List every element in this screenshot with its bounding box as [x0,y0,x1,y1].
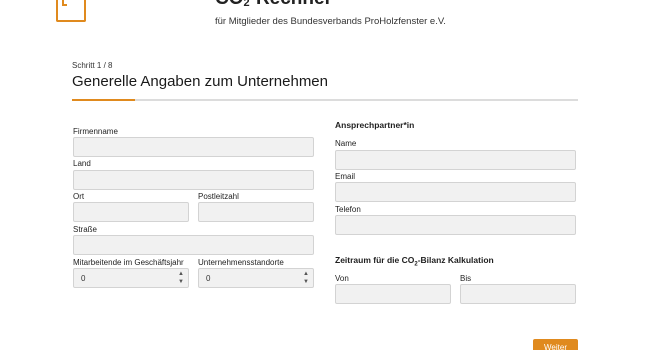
city-input[interactable] [73,202,189,222]
employees-value: 0 [81,274,86,283]
sites-value: 0 [206,274,211,283]
from-date-input[interactable] [335,284,451,304]
period-heading-prefix: Zeitraum für die CO [335,255,415,265]
to-date-input[interactable] [460,284,576,304]
country-input[interactable] [73,170,314,190]
country-label: Land [73,159,91,168]
sites-stepper[interactable]: 0 ▲ ▼ [198,268,314,288]
period-heading-suffix: -Bilanz Kalkulation [417,255,494,265]
app-subtitle: für Mitglieder des Bundesverbands ProHol… [215,16,446,27]
from-label: Von [335,274,349,283]
sites-label: Unternehmensstandorte [198,258,284,267]
spinner-down-icon[interactable]: ▼ [176,278,186,286]
zip-input[interactable] [198,202,314,222]
street-label: Straße [73,225,98,234]
email-label: Email [335,172,356,181]
spinner-down-icon[interactable]: ▼ [301,278,311,286]
spinner-up-icon[interactable]: ▲ [176,270,186,278]
name-label: Name [335,139,357,148]
proholzfenster-logo [56,0,86,22]
email-input[interactable] [335,182,576,202]
spinner-up-icon[interactable]: ▲ [301,270,311,278]
phone-input[interactable] [335,215,576,235]
to-label: Bis [460,274,472,283]
progress-track [72,99,578,101]
app-title-prefix: CO [215,0,244,9]
next-button[interactable]: Weiter [533,339,578,350]
employees-label: Mitarbeitende im Geschäftsjahr [73,258,184,267]
app-title-suffix: -Rechner [250,0,332,9]
company-input[interactable] [73,137,314,157]
street-input[interactable] [73,235,314,255]
progress-fill [72,99,136,101]
employees-spinner[interactable]: ▲ ▼ [176,270,186,286]
contact-heading: Ansprechpartner*in [335,120,415,130]
step-indicator: Schritt 1 / 8 [72,61,113,70]
phone-label: Telefon [335,205,361,214]
employees-stepper[interactable]: 0 ▲ ▼ [73,268,189,288]
sites-spinner[interactable]: ▲ ▼ [301,270,311,286]
name-input[interactable] [335,150,576,170]
page-title: Generelle Angaben zum Unternehmen [72,73,328,90]
app-title: CO2-Rechner [215,0,332,14]
zip-label: Postleitzahl [198,192,239,201]
company-label: Firmenname [73,127,118,136]
logo-stroke [62,4,67,6]
period-heading: Zeitraum für die CO2-Bilanz Kalkulation [335,255,494,268]
city-label: Ort [73,192,85,201]
